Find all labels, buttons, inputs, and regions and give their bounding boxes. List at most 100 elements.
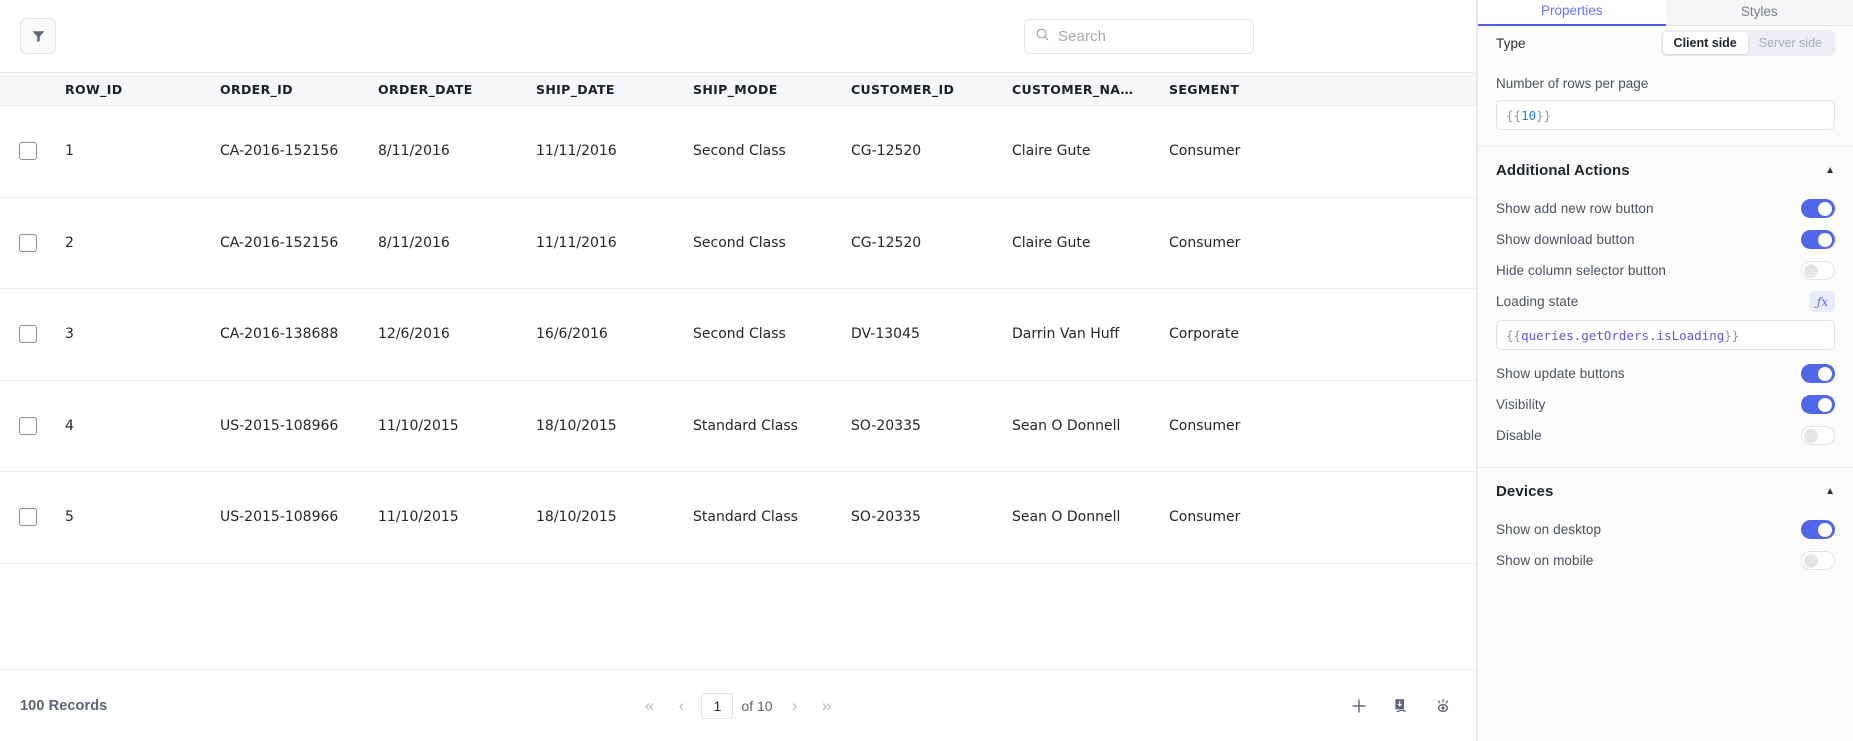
prop-label: Disable <box>1496 428 1542 443</box>
table-row[interactable]: 1 CA-2016-152156 8/11/2016 11/11/2016 Se… <box>0 106 1476 198</box>
fx-icon[interactable]: ƒx <box>1810 291 1835 312</box>
table-row[interactable]: 5 US-2015-108966 11/10/2015 18/10/2015 S… <box>0 472 1476 564</box>
cell-order-date: 12/6/2016 <box>378 326 450 343</box>
toggle-show-download-button[interactable] <box>1801 230 1835 249</box>
devices-title: Devices <box>1496 482 1554 500</box>
cell-order-id: US-2015-108966 <box>220 417 339 434</box>
toggle-show-on-mobile[interactable] <box>1801 551 1835 570</box>
table-toolbar: Search <box>0 0 1476 72</box>
table-row[interactable]: 2 CA-2016-152156 8/11/2016 11/11/2016 Se… <box>0 198 1476 289</box>
search-input[interactable]: Search <box>1024 19 1254 54</box>
cell-customer-id: CG-12520 <box>851 143 922 160</box>
cell-ship-mode: Second Class <box>693 143 786 160</box>
column-header-order-id[interactable]: ORDER_ID <box>220 82 378 97</box>
prop-show-update-buttons: Show update buttons <box>1478 358 1853 389</box>
column-header-customer-id[interactable]: CUSTOMER_ID <box>851 82 1012 97</box>
prop-label: Show add new row button <box>1496 201 1654 216</box>
filter-icon <box>31 29 46 44</box>
loading-state-input[interactable]: {{queries.getOrders.isLoading}} <box>1496 320 1835 350</box>
search-icon <box>1035 27 1050 47</box>
cell-row-id: 1 <box>65 143 74 160</box>
column-header-row-id[interactable]: ROW_ID <box>62 82 220 97</box>
chevron-up-icon[interactable]: ▲ <box>1825 165 1835 176</box>
table-row[interactable]: 3 CA-2016-138688 12/6/2016 16/6/2016 Sec… <box>0 289 1476 381</box>
footer-actions <box>1348 670 1454 741</box>
tab-styles[interactable]: Styles <box>1665 0 1853 26</box>
cell-order-date: 8/11/2016 <box>378 234 450 251</box>
filter-button[interactable] <box>20 18 56 54</box>
tab-properties[interactable]: Properties <box>1478 0 1666 26</box>
loading-state-label: Loading state <box>1496 294 1579 309</box>
column-header-order-date[interactable]: ORDER_DATE <box>378 82 536 97</box>
prop-show-download-button: Show download button <box>1478 224 1853 255</box>
toggle-disable[interactable] <box>1801 426 1835 445</box>
last-page-button[interactable]: » <box>811 691 843 721</box>
table-row[interactable]: 4 US-2015-108966 11/10/2015 18/10/2015 S… <box>0 381 1476 472</box>
toggle-knob <box>1804 428 1818 443</box>
prop-label: Hide column selector button <box>1496 263 1667 278</box>
toggle-hide-column-selector-button[interactable] <box>1801 261 1835 280</box>
toggle-visibility[interactable] <box>1801 395 1835 414</box>
row-select-cell <box>0 142 62 161</box>
add-row-icon[interactable] <box>1348 695 1370 717</box>
toggle-show-on-desktop[interactable] <box>1801 520 1835 539</box>
cell-customer-name: Darrin Van Huff <box>1012 326 1120 343</box>
cell-row-id: 3 <box>65 326 74 343</box>
panel-tabs: Properties Styles <box>1478 0 1853 26</box>
cell-customer-id: CG-12520 <box>851 234 922 251</box>
chevron-up-icon[interactable]: ▲ <box>1825 486 1835 497</box>
inspector-panel: Properties Styles Type Client side Serve… <box>1477 0 1853 741</box>
first-page-button[interactable]: « <box>633 691 665 721</box>
table-footer: 100 Records « ‹ 1 of 10 › » <box>0 669 1476 741</box>
type-option-server-side[interactable]: Server side <box>1748 32 1833 54</box>
cell-row-id: 4 <box>65 417 74 434</box>
type-label: Type <box>1496 35 1526 51</box>
loading-state-open-braces: {{ <box>1506 327 1522 343</box>
cell-customer-id: SO-20335 <box>851 417 921 434</box>
rows-per-page-input[interactable]: {{10}} <box>1496 100 1835 130</box>
toggle-show-add-new-row-button[interactable] <box>1801 199 1835 218</box>
additional-actions-title: Additional Actions <box>1496 161 1630 179</box>
app-root: Search ROW_ID ORDER_ID ORDER_DATE SHIP_D… <box>0 0 1853 741</box>
type-row: Type Client side Server side <box>1478 26 1853 60</box>
row-checkbox[interactable] <box>19 508 37 527</box>
column-header-segment[interactable]: SEGMENT <box>1169 82 1319 97</box>
prop-label: Show on mobile <box>1496 553 1594 568</box>
section-devices[interactable]: Devices ▲ <box>1478 468 1853 514</box>
cell-ship-mode: Standard Class <box>693 509 798 526</box>
cell-customer-name: Claire Gute <box>1012 234 1091 251</box>
type-option-client-side[interactable]: Client side <box>1662 32 1748 54</box>
cell-order-id: CA-2016-152156 <box>220 143 339 160</box>
row-checkbox[interactable] <box>19 142 37 161</box>
next-page-button[interactable]: › <box>779 691 811 721</box>
prev-page-button[interactable]: ‹ <box>665 691 697 721</box>
cell-segment: Consumer <box>1169 143 1241 160</box>
row-checkbox[interactable] <box>19 416 37 435</box>
section-additional-actions[interactable]: Additional Actions ▲ <box>1478 147 1853 193</box>
column-selector-icon[interactable] <box>1432 695 1454 717</box>
cell-row-id: 5 <box>65 509 74 526</box>
column-header-ship-mode[interactable]: SHIP_MODE <box>693 82 851 97</box>
toggle-show-update-buttons[interactable] <box>1801 364 1835 383</box>
cell-order-id: US-2015-108966 <box>220 509 339 526</box>
cell-ship-date: 11/11/2016 <box>536 143 617 160</box>
cell-segment: Corporate <box>1169 326 1239 343</box>
row-select-cell <box>0 325 62 344</box>
rows-per-page-open-braces: {{ <box>1506 107 1522 123</box>
rows-per-page-label: Number of rows per page <box>1496 76 1649 91</box>
download-icon[interactable] <box>1390 695 1412 717</box>
page-number-input[interactable]: 1 <box>701 692 734 719</box>
row-checkbox[interactable] <box>19 325 37 344</box>
type-segmented-control: Client side Server side <box>1660 30 1835 56</box>
cell-order-date: 11/10/2015 <box>378 417 459 434</box>
row-checkbox[interactable] <box>19 233 37 252</box>
column-header-customer-name[interactable]: CUSTOMER_NA… <box>1012 82 1169 97</box>
column-header-ship-date[interactable]: SHIP_DATE <box>536 82 693 97</box>
prop-label: Show on desktop <box>1496 522 1602 537</box>
loading-state-value: queries.getOrders.isLoading <box>1521 327 1725 343</box>
toggle-knob <box>1818 522 1832 537</box>
cell-customer-name: Sean O Donnell <box>1012 417 1121 434</box>
panel-body: Type Client side Server side Number of r… <box>1478 26 1853 741</box>
prop-label: Visibility <box>1496 397 1546 412</box>
